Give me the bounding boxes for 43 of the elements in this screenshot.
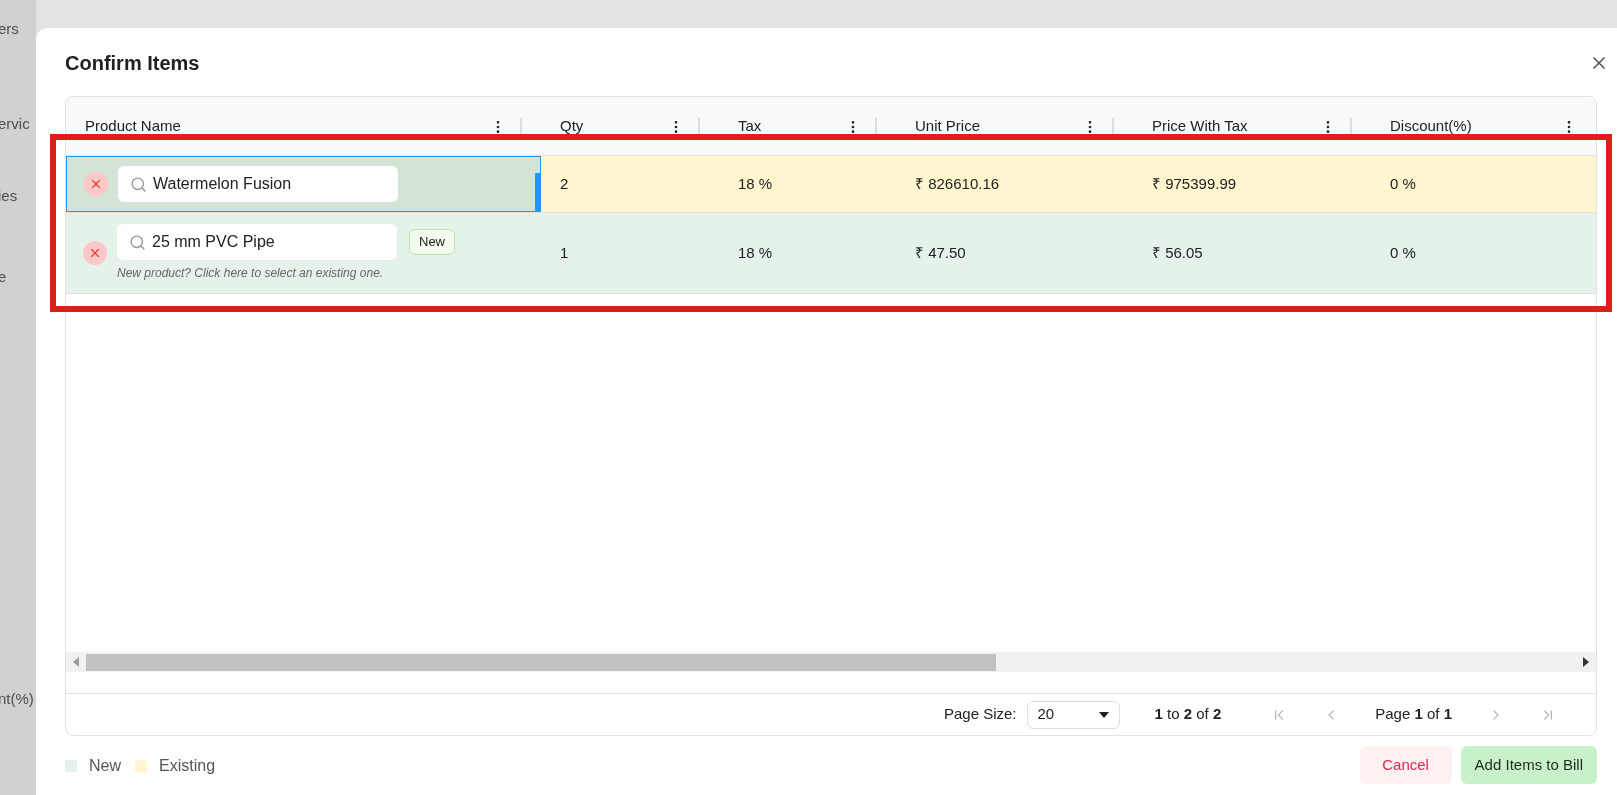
table-cell-text: ₹ 56.05 [1152,242,1203,263]
table-cell-text: ₹ 47.50 [915,242,966,263]
product-search-field[interactable]: 25 mm PVC Pipe [117,224,397,260]
page-size-label: Page Size: [943,704,1017,725]
column-header[interactable]: Price With Tax [1152,115,1248,138]
remove-icon[interactable] [83,241,107,265]
legend-label: Existing [159,756,216,776]
column-header[interactable]: Discount(%) [1390,115,1472,138]
table-cell-text: ₹ 975399.99 [1152,173,1237,194]
table-cell-text: 0 % [1390,242,1416,263]
page-size-select[interactable]: 20 [1026,700,1120,729]
table-cell-text: 0 % [1390,173,1416,194]
product-cell[interactable]: 25 mm PVC Pipe New New product? Click here to select an existing one. [66,213,541,293]
table-cell-text: 18 % [738,242,773,263]
remove-icon[interactable] [84,172,108,196]
table-cell-text: ₹ 826610.16 [915,173,1000,194]
resize-handle[interactable] [535,173,540,211]
scroll-right-icon[interactable] [1583,657,1589,667]
legend-label: New [89,756,121,776]
hint-link[interactable]: New product? Click here to select an existing one. [117,264,455,282]
add-items-button[interactable]: Add Items to Bill [1460,746,1597,784]
table-cell-text: 18 % [738,173,773,194]
search-icon [130,175,147,193]
column-header[interactable]: Qty [560,115,584,138]
new-tag: New [409,229,455,255]
product-search-field[interactable]: Watermelon Fusion [118,166,398,202]
dropdown-icon [1098,711,1109,718]
scrollbar-thumb[interactable] [86,653,996,671]
page-indicator: Page 1 of 1 [1375,704,1452,725]
table-row[interactable]: 25 mm PVC Pipe New New product? Click here to select an existing one. 1 18 % ₹ 47.50 ₹ 56.05 0 % [66,213,1596,294]
row-range: 1 to 2 of 2 [1154,704,1222,725]
column-header[interactable]: Product Name [85,115,181,138]
product-cell[interactable]: Watermelon Fusion [66,156,541,212]
table-cell-text: 1 [560,242,569,263]
search-icon [129,233,146,251]
table-row[interactable]: Watermelon Fusion 2 18 % ₹ 826610.16 ₹ 975399.99 0 % [66,156,1596,213]
scroll-left-icon[interactable] [73,657,79,667]
column-header[interactable]: Unit Price [915,115,981,138]
column-header[interactable]: Tax [738,115,762,138]
dialog-title: Confirm Items [65,51,200,76]
table-cell-text: 2 [560,173,569,194]
cancel-button[interactable]: Cancel [1359,746,1452,784]
horizontal-scrollbar[interactable] [66,652,1596,672]
